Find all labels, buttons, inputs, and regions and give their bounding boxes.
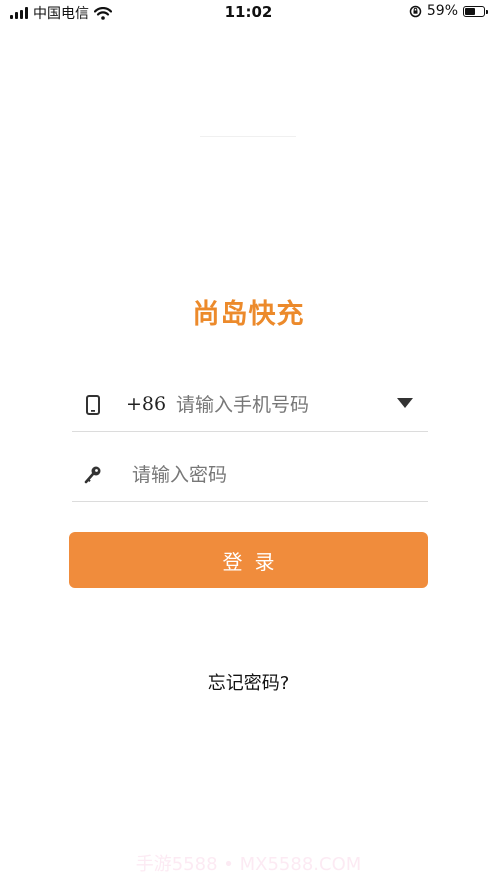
watermark: 手游5588 • MX5588.COM	[135, 854, 362, 875]
password-row	[72, 449, 428, 502]
forgot-password-link[interactable]: 忘记密码?	[0, 669, 497, 695]
battery-percent: 59%	[426, 3, 458, 19]
app-logo: 尚岛快充	[192, 299, 305, 330]
dropdown-arrow-icon[interactable]	[396, 397, 414, 409]
phone-icon	[86, 395, 100, 415]
password-input[interactable]	[132, 459, 412, 491]
battery-icon	[463, 5, 488, 17]
status-bar: 中国电信 11:02 59%	[0, 0, 497, 26]
status-right: 59%	[409, 3, 488, 19]
phone-input[interactable]	[176, 389, 386, 421]
divider	[200, 136, 296, 137]
login-button[interactable]: 登录	[69, 532, 428, 588]
country-code[interactable]: +86	[126, 393, 166, 415]
key-icon	[84, 466, 101, 484]
phone-row: +86	[72, 379, 428, 432]
rotation-lock-icon	[409, 5, 422, 17]
